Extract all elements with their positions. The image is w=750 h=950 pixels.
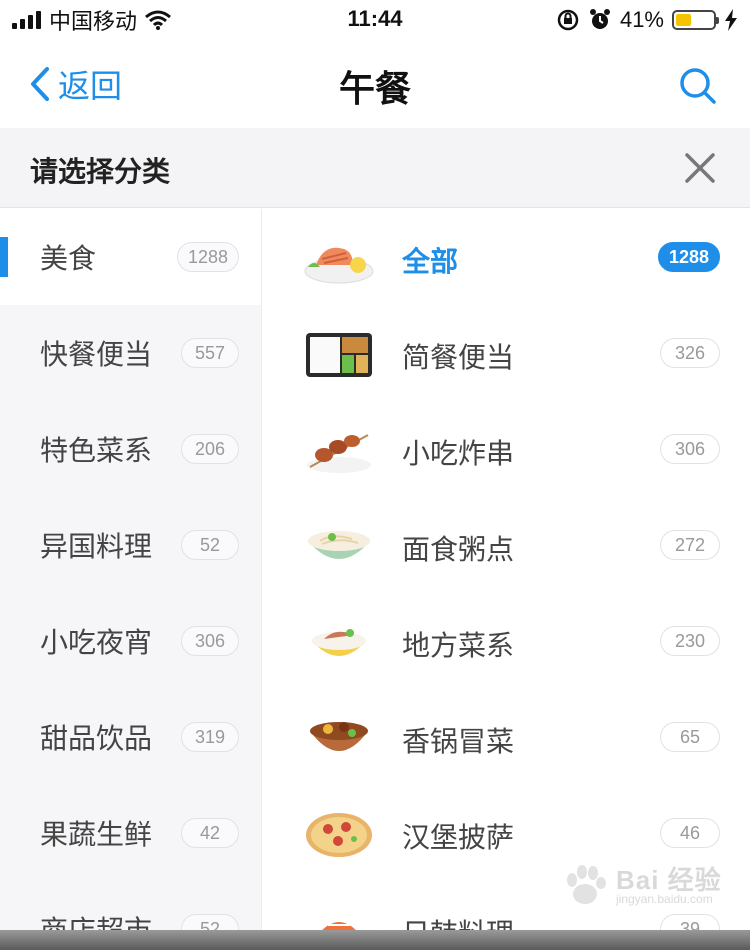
bottom-shade	[0, 930, 750, 950]
category-count-badge: 52	[181, 530, 239, 560]
subcategory-count-badge: 46	[660, 818, 720, 848]
skewers-icon	[307, 434, 371, 473]
category-item[interactable]: 小吃夜宵 306	[0, 593, 261, 689]
alarm-icon	[589, 9, 610, 29]
rotation-lock-icon	[557, 9, 579, 31]
battery-icon	[672, 10, 719, 30]
category-item[interactable]: 美食 1288	[0, 209, 261, 305]
status-bar-right: 41%	[556, 6, 738, 34]
category-label: 异国料理	[40, 531, 153, 562]
subcategory-item[interactable]: 简餐便当 326	[262, 305, 750, 401]
status-bar: 中国移动 11:44 41%	[0, 0, 750, 40]
charging-bolt-icon	[725, 9, 737, 31]
category-item[interactable]: 异国料理 52	[0, 497, 261, 593]
subcategory-label: 全部	[402, 246, 459, 277]
subcategory-list: 全部 1288 简餐便当 326 小吃炸串 306 面食粥点 272 地方菜系 230 香锅冒菜 65…	[262, 209, 750, 950]
rice-bowl-icon	[312, 629, 366, 656]
noodle-bowl-icon	[308, 531, 370, 559]
category-label: 甜品饮品	[40, 723, 153, 754]
category-item[interactable]: 果蔬生鲜 42	[0, 785, 261, 881]
subcategory-item[interactable]: 全部 1288	[262, 209, 750, 305]
category-picker-header: 请选择分类	[0, 128, 750, 208]
subcategory-label: 简餐便当	[402, 342, 515, 373]
active-indicator	[0, 237, 8, 277]
category-item[interactable]: 特色菜系 206	[0, 401, 261, 497]
subcategory-count-badge: 1288	[657, 242, 720, 272]
subcategory-label: 地方菜系	[402, 630, 515, 661]
category-item[interactable]: 快餐便当 557	[0, 305, 261, 401]
category-label: 小吃夜宵	[40, 627, 153, 658]
primary-category-list: 美食 1288 快餐便当 557 特色菜系 206 异国料理 52 小吃夜宵 306 甜品饮品 319…	[0, 209, 262, 950]
subcategory-count-badge: 272	[660, 530, 720, 560]
category-count-badge: 306	[181, 626, 239, 656]
category-item[interactable]: 甜品饮品 319	[0, 689, 261, 785]
search-icon[interactable]	[676, 64, 718, 106]
subcategory-count-badge: 230	[660, 626, 720, 656]
bento-box-icon	[306, 333, 372, 377]
subcategory-count-badge: 65	[660, 722, 720, 752]
battery-percent: 41%	[619, 7, 664, 32]
clay-pot-icon	[310, 722, 368, 751]
subcategory-item[interactable]: 小吃炸串 306	[262, 401, 750, 497]
category-count-badge: 206	[181, 434, 239, 464]
subcategory-item[interactable]: 地方菜系 230	[262, 593, 750, 689]
category-count-badge: 557	[181, 338, 239, 368]
subcategory-label: 面食粥点	[402, 534, 515, 565]
grilled-salmon-icon	[304, 247, 374, 284]
watermark-url: jingyan.baidu.com	[616, 892, 713, 906]
category-count-badge: 42	[181, 818, 239, 848]
pizza-icon	[306, 813, 372, 857]
category-picker-title: 请选择分类	[30, 156, 171, 187]
subcategory-count-badge: 326	[660, 338, 720, 368]
subcategory-count-badge: 306	[660, 434, 720, 464]
category-label: 果蔬生鲜	[40, 819, 153, 850]
category-label: 美食	[40, 243, 97, 274]
subcategory-label: 汉堡披萨	[402, 822, 515, 853]
category-count-badge: 1288	[176, 242, 239, 272]
close-icon[interactable]	[678, 146, 722, 190]
nav-bar: 返回 午餐	[0, 40, 750, 128]
page-title: 午餐	[338, 68, 411, 109]
subcategory-item[interactable]: 面食粥点 272	[262, 497, 750, 593]
paw-logo-icon	[567, 865, 606, 904]
category-count-badge: 319	[181, 722, 239, 752]
subcategory-label: 香锅冒菜	[402, 726, 515, 757]
baidu-jingyan-watermark: Bai 经验 jingyan.baidu.com	[560, 858, 730, 918]
battery-level	[676, 14, 691, 26]
category-label: 特色菜系	[40, 435, 153, 466]
subcategory-item[interactable]: 香锅冒菜 65	[262, 689, 750, 785]
subcategory-label: 小吃炸串	[402, 438, 515, 469]
category-label: 快餐便当	[40, 339, 153, 370]
